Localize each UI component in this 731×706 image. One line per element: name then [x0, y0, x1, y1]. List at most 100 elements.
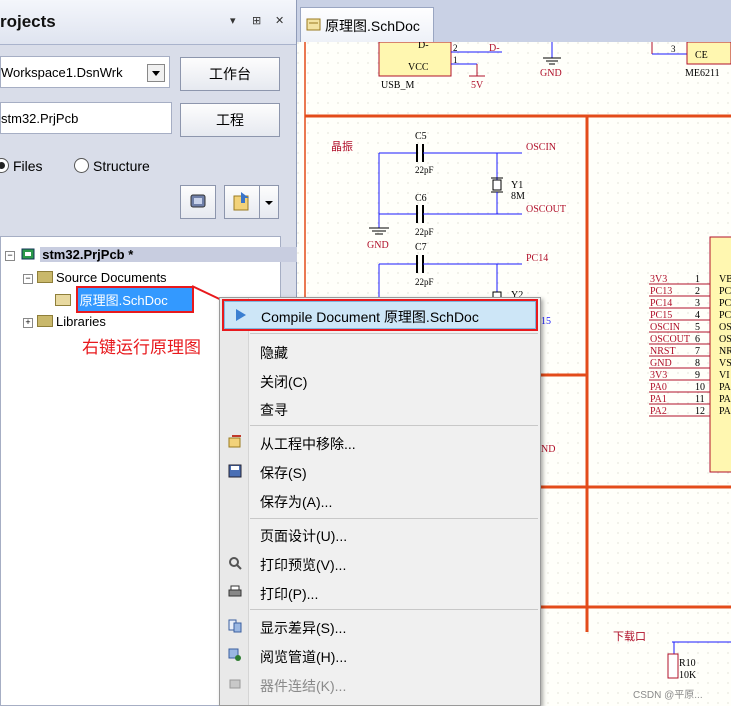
folder-icon — [37, 315, 53, 327]
oscout-net: OSCOUT — [526, 204, 566, 215]
crystal-y1 — [492, 179, 502, 191]
close-icon[interactable]: ✕ — [275, 14, 284, 27]
mcu-pin-name: VS — [719, 358, 731, 369]
document-tab[interactable]: 原理图.SchDoc — [300, 7, 434, 42]
mcu-pin-number: 7 — [695, 346, 700, 357]
mcu-net-label: PC14 — [650, 298, 672, 309]
pin-icon[interactable]: ⊞ — [252, 14, 261, 27]
mcu-net-label: OSCIN — [650, 322, 680, 333]
mcu-pin-name: PA — [719, 394, 731, 405]
tree-source-folder[interactable]: − Source Documents — [23, 270, 167, 285]
mcu-pin-name: VI — [719, 370, 730, 381]
me6211-label: ME6211 — [685, 68, 720, 79]
menu-item-show-differences[interactable]: 显示差异(S)... — [260, 618, 346, 638]
mcu-pin-name: PC — [719, 298, 731, 309]
print-preview-icon — [229, 557, 242, 570]
menu-item-compile[interactable]: Compile Document 原理图.SchDoc — [222, 299, 538, 331]
oscin-net: OSCIN — [526, 142, 556, 153]
menu-item-browse-channels[interactable]: 阅览管道(H)... — [260, 647, 347, 667]
document-arrow-icon — [233, 192, 249, 211]
panel-title: rojects — [0, 12, 56, 31]
download-section-title: 下载口 — [613, 630, 646, 643]
upload-tool-button[interactable] — [224, 185, 260, 219]
svg-text:1: 1 — [453, 55, 458, 65]
pcb-project-icon — [21, 248, 35, 260]
files-radio[interactable]: Files — [0, 158, 43, 174]
menu-item-page-setup[interactable]: 页面设计(U)... — [260, 526, 347, 546]
mcu-pin-name: PC — [719, 310, 731, 321]
mcu-pin-number: 8 — [695, 358, 700, 369]
usb-pin-label: D- — [418, 42, 429, 51]
menu-item-remove[interactable]: 从工程中移除... — [260, 434, 356, 454]
mcu-net-label: NRST — [650, 346, 676, 357]
chevron-down-icon — [265, 201, 273, 205]
mcu-net-label: PA2 — [650, 406, 667, 417]
menu-item-save-as[interactable]: 保存为(A)... — [260, 492, 332, 512]
annotation-text: 右键运行原理图 — [82, 338, 201, 357]
svg-text:R10: R10 — [679, 658, 696, 669]
dminus-net: D- — [489, 43, 500, 54]
regulator-ic — [686, 42, 731, 65]
svg-text:C5: C5 — [415, 131, 427, 142]
usb-m-label: USB_M — [381, 80, 414, 91]
project-field[interactable]: stm32.PrjPcb — [0, 102, 172, 134]
menu-item-print[interactable]: 打印(P)... — [260, 584, 318, 604]
mcu-pin-number: 10 — [695, 382, 705, 393]
gnd-symbol-top: GND — [540, 68, 562, 79]
svg-text:15: 15 — [541, 316, 551, 327]
svg-text:C6: C6 — [415, 193, 427, 204]
gnd-symbol-left: GND — [367, 240, 389, 251]
mcu-net-label: PA1 — [650, 394, 667, 405]
chevron-down-icon[interactable] — [147, 64, 165, 82]
workspace-value: Workspace1.DsnWrk — [1, 65, 123, 80]
workspace-button[interactable]: 工作台 — [180, 57, 280, 91]
svg-text:C7: C7 — [415, 242, 427, 253]
save-icon — [228, 464, 242, 478]
mcu-pin-number: 5 — [695, 322, 700, 333]
mcu-pin-number: 11 — [695, 394, 705, 405]
mcu-pin-number: 9 — [695, 370, 700, 381]
mcu-net-label: PA0 — [650, 382, 667, 393]
vcc-label: VCC — [408, 62, 429, 73]
schematic-doc-icon — [55, 294, 71, 306]
mcu-net-label: GND — [650, 358, 672, 369]
structure-radio[interactable]: Structure — [74, 158, 150, 174]
show-differences-icon — [228, 619, 242, 633]
mcu-pin-name: PC — [719, 286, 731, 297]
menu-item-save[interactable]: 保存(S) — [260, 463, 307, 483]
collapse-icon[interactable]: − — [23, 274, 33, 284]
tree-project-node[interactable]: − stm32.PrjPcb * — [5, 247, 324, 262]
project-value: stm32.PrjPcb — [1, 111, 79, 126]
workspace-select[interactable]: Workspace1.DsnWrk — [0, 56, 170, 88]
resistor-r10 — [667, 653, 679, 679]
radio-checked-icon — [0, 158, 9, 173]
panel-menu-icon[interactable]: ▾ — [230, 14, 236, 27]
project-tool-button[interactable] — [180, 185, 216, 219]
context-menu: Compile Document 原理图.SchDoc 隐藏 关闭(C) 查寻 … — [219, 297, 541, 706]
svg-text:2: 2 — [453, 43, 458, 53]
mcu-pin-number: 12 — [695, 406, 705, 417]
menu-item-component-links: 器件连结(K)... — [260, 678, 347, 694]
schematic-doc-icon — [306, 18, 321, 31]
tree-libraries-folder[interactable]: + Libraries — [23, 314, 106, 329]
svg-text:22pF: 22pF — [415, 165, 434, 175]
project-button[interactable]: 工程 — [180, 103, 280, 137]
menu-item-print-preview[interactable]: 打印预览(V)... — [260, 555, 346, 575]
expand-icon[interactable]: + — [23, 318, 33, 328]
menu-item-find[interactable]: 查寻 — [260, 400, 288, 420]
radio-unchecked-icon — [74, 158, 89, 173]
browse-channels-icon — [228, 648, 241, 661]
document-tab-label: 原理图.SchDoc — [325, 18, 420, 34]
mcu-net-label: 3V3 — [650, 274, 667, 285]
menu-item-hide[interactable]: 隐藏 — [260, 343, 288, 363]
tool-dropdown[interactable] — [259, 185, 279, 219]
menu-item-close[interactable]: 关闭(C) — [260, 372, 307, 392]
compile-icon — [236, 309, 246, 321]
crystal-section-title: 晶振 — [331, 139, 353, 153]
mcu-pin-number: 1 — [695, 274, 700, 285]
collapse-icon[interactable]: − — [5, 251, 15, 261]
print-icon — [228, 585, 242, 597]
mcu-pin-name: OS — [719, 322, 731, 333]
mcu-pin-name: VB — [719, 274, 731, 285]
tree-document-item[interactable]: 原理图.SchDoc — [55, 286, 194, 313]
